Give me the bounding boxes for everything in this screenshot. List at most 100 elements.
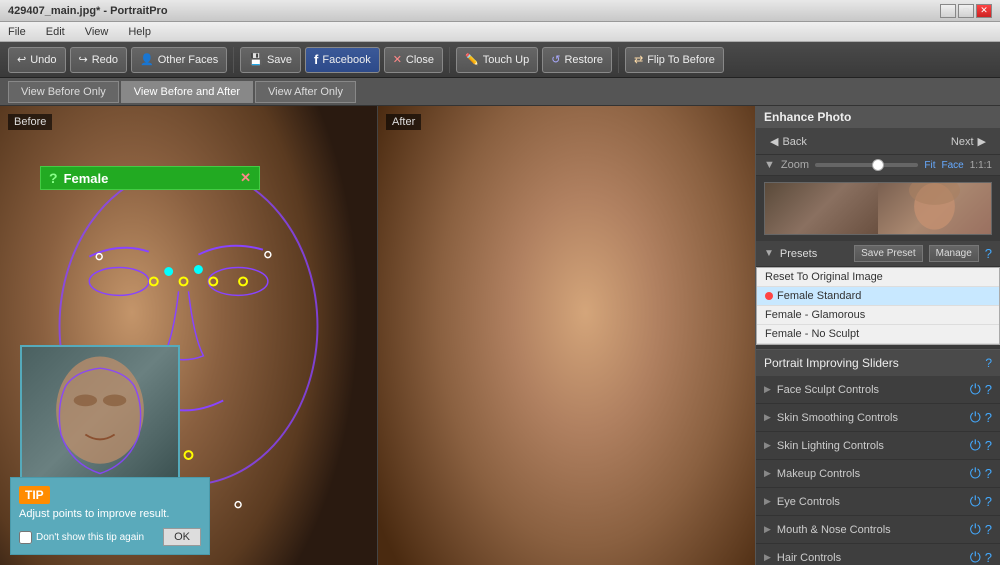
before-panel: Before ? Female ✕: [0, 106, 378, 565]
skin-lighting-power-icon[interactable]: ⏻: [970, 437, 981, 454]
menu-bar: File Edit View Help: [0, 22, 1000, 42]
preset-item-label-0: Reset To Original Image: [765, 271, 883, 283]
preset-item-3[interactable]: Female - No Sculpt: [757, 325, 999, 344]
makeup-help-icon[interactable]: ?: [985, 466, 992, 481]
next-button[interactable]: Next ▶: [945, 133, 992, 150]
mouth-nose-power-icon[interactable]: ⏻: [970, 521, 981, 538]
flip-icon: ⇄: [634, 53, 643, 66]
zoom-fit-button[interactable]: Fit: [924, 160, 935, 171]
tab-before-after[interactable]: View Before and After: [121, 81, 253, 103]
zoom-label: Zoom: [781, 159, 809, 171]
preset-item-1[interactable]: Female Standard: [757, 287, 999, 306]
makeup-label: Makeup Controls: [777, 468, 970, 480]
presets-row: ▼ Presets Save Preset Manage ?: [756, 241, 1000, 267]
preset-list: Reset To Original Image Female Standard …: [756, 267, 1000, 345]
zoom-ratio: 1:1:1: [970, 160, 992, 171]
redo-button[interactable]: ↪ Redo: [70, 47, 128, 73]
preset-item-label-1: Female Standard: [777, 290, 861, 302]
face-thumbnail: [20, 345, 180, 485]
tip-ok-button[interactable]: OK: [163, 528, 201, 546]
slider-makeup[interactable]: ▶ Makeup Controls ⏻ ?: [756, 460, 1000, 488]
save-button[interactable]: 💾 Save: [240, 47, 301, 73]
menu-file[interactable]: File: [4, 26, 30, 38]
tip-checkbox-label[interactable]: Don't show this tip again: [19, 531, 144, 544]
preset-item-2[interactable]: Female - Glamorous: [757, 306, 999, 325]
enhance-header: Enhance Photo: [756, 106, 1000, 129]
tip-badge: TIP: [19, 486, 50, 504]
minimize-button[interactable]: _: [940, 4, 956, 18]
after-panel: After: [378, 106, 755, 565]
back-label: Back: [782, 136, 806, 148]
eye-help-icon[interactable]: ?: [985, 494, 992, 509]
redo-label: Redo: [92, 54, 118, 66]
undo-button[interactable]: ↩ Undo: [8, 47, 66, 73]
mouth-nose-label: Mouth & Nose Controls: [777, 524, 970, 536]
gender-label: ? Female ✕: [40, 166, 260, 190]
skin-smoothing-help-icon[interactable]: ?: [985, 410, 992, 425]
slider-skin-smoothing[interactable]: ▶ Skin Smoothing Controls ⏻ ?: [756, 404, 1000, 432]
zoom-arrow-icon: ▼: [764, 159, 775, 171]
skin-smoothing-label: Skin Smoothing Controls: [777, 412, 970, 424]
back-button[interactable]: ◀ Back: [764, 133, 813, 150]
preset-dot-1: [765, 292, 773, 300]
toolbar: ↩ Undo ↪ Redo 👤 Other Faces 💾 Save f Fac…: [0, 42, 1000, 78]
skin-lighting-help-icon[interactable]: ?: [985, 438, 992, 453]
facebook-button[interactable]: f Facebook: [305, 47, 380, 73]
tip-text: Adjust points to improve result.: [19, 508, 201, 520]
save-icon: 💾: [249, 53, 263, 66]
other-faces-button[interactable]: 👤 Other Faces: [131, 47, 227, 73]
save-preset-button[interactable]: Save Preset: [854, 245, 922, 262]
thumb-after-image: [878, 183, 991, 234]
portrait-sliders-help-icon[interactable]: ?: [985, 356, 992, 370]
tab-before-only[interactable]: View Before Only: [8, 81, 119, 103]
slider-hair[interactable]: ▶ Hair Controls ⏻ ?: [756, 544, 1000, 565]
mouth-nose-arrow-icon: ▶: [764, 524, 771, 535]
toolbar-sep-3: [618, 47, 619, 73]
face-sculpt-help-icon[interactable]: ?: [985, 382, 992, 397]
makeup-power-icon[interactable]: ⏻: [970, 465, 981, 482]
face-sculpt-power-icon[interactable]: ⏻: [970, 381, 981, 398]
eye-power-icon[interactable]: ⏻: [970, 493, 981, 510]
tab-after-only[interactable]: View After Only: [255, 81, 356, 103]
manage-button[interactable]: Manage: [929, 245, 979, 262]
before-photo: ? Female ✕: [0, 106, 377, 565]
touch-up-button[interactable]: ✏️ Touch Up: [456, 47, 538, 73]
skin-smoothing-power-icon[interactable]: ⏻: [970, 409, 981, 426]
maximize-button[interactable]: □: [958, 4, 974, 18]
preset-item-0[interactable]: Reset To Original Image: [757, 268, 999, 287]
restore-label: Restore: [564, 54, 603, 66]
undo-label: Undo: [30, 54, 56, 66]
slider-mouth-nose[interactable]: ▶ Mouth & Nose Controls ⏻ ?: [756, 516, 1000, 544]
slider-face-sculpt[interactable]: ▶ Face Sculpt Controls ⏻ ?: [756, 376, 1000, 404]
slider-skin-lighting[interactable]: ▶ Skin Lighting Controls ⏻ ?: [756, 432, 1000, 460]
menu-view[interactable]: View: [81, 26, 113, 38]
presets-help-icon[interactable]: ?: [985, 246, 992, 261]
menu-edit[interactable]: Edit: [42, 26, 69, 38]
main-content: Before ? Female ✕: [0, 106, 1000, 565]
tip-checkbox-input[interactable]: [19, 531, 32, 544]
face-sculpt-arrow-icon: ▶: [764, 384, 771, 395]
flip-to-before-button[interactable]: ⇄ Flip To Before: [625, 47, 724, 73]
hair-help-icon[interactable]: ?: [985, 550, 992, 565]
eye-arrow-icon: ▶: [764, 496, 771, 507]
close-window-button[interactable]: ✕: [976, 4, 992, 18]
undo-icon: ↩: [17, 53, 26, 66]
tip-box: TIP Adjust points to improve result. Don…: [10, 477, 210, 555]
menu-help[interactable]: Help: [124, 26, 155, 38]
zoom-face-button[interactable]: Face: [942, 160, 964, 171]
toolbar-sep-1: [233, 47, 234, 73]
photo-panel: Before ? Female ✕: [0, 106, 755, 565]
close-button[interactable]: ✕ Close: [384, 47, 443, 73]
save-label: Save: [267, 54, 292, 66]
slider-eye[interactable]: ▶ Eye Controls ⏻ ?: [756, 488, 1000, 516]
zoom-slider[interactable]: [815, 163, 918, 167]
mouth-nose-help-icon[interactable]: ?: [985, 522, 992, 537]
face-sculpt-label: Face Sculpt Controls: [777, 384, 970, 396]
restore-button[interactable]: ↺ Restore: [542, 47, 612, 73]
gender-close-icon[interactable]: ✕: [240, 170, 251, 186]
window-controls: _ □ ✕: [940, 4, 992, 18]
preview-thumbnail: [764, 182, 992, 235]
zoom-thumb: [872, 159, 884, 171]
hair-power-icon[interactable]: ⏻: [970, 549, 981, 565]
zoom-row: ▼ Zoom Fit Face 1:1:1: [756, 155, 1000, 176]
